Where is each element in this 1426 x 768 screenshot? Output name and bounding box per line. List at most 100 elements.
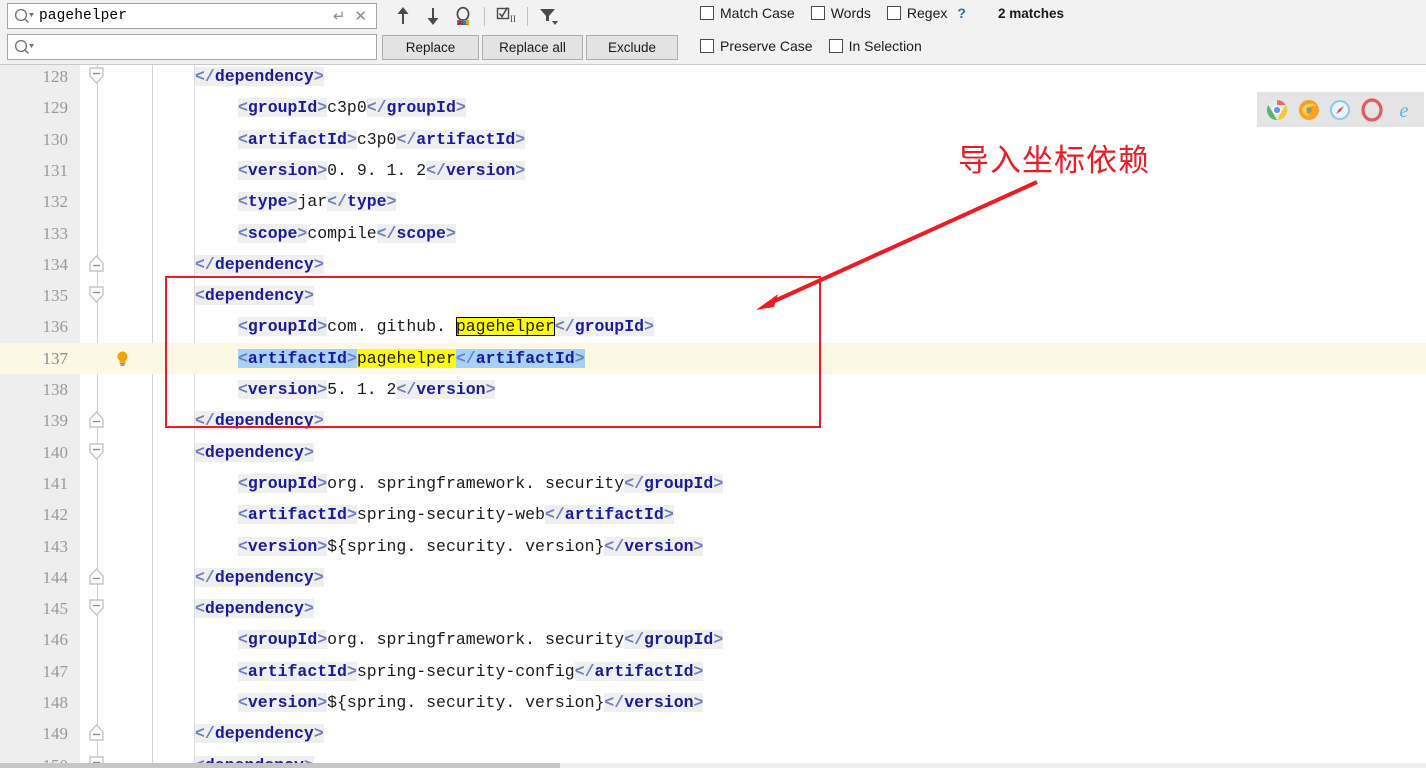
fold-toggle-icon[interactable] bbox=[86, 67, 107, 85]
code-text: <scope>compile</scope> bbox=[238, 223, 456, 243]
replace-button-label: Replace bbox=[405, 40, 456, 55]
close-icon[interactable]: ✕ bbox=[354, 9, 367, 24]
match-case-label: Match Case bbox=[720, 5, 795, 21]
code-line[interactable]: 149 </dependency> bbox=[0, 718, 1426, 749]
code-line[interactable]: 134 </dependency> bbox=[0, 249, 1426, 280]
find-options-row-2: Preserve Case In Selection bbox=[700, 38, 938, 54]
regex-checkbox[interactable]: Regex bbox=[886, 5, 947, 21]
code-text: <groupId>org. springframework. security<… bbox=[238, 630, 724, 650]
line-number: 141 bbox=[42, 473, 69, 493]
code-line[interactable]: 147 <artifactId>spring-security-config</a… bbox=[0, 656, 1426, 687]
fold-toggle-icon[interactable] bbox=[86, 724, 107, 742]
preserve-case-checkbox[interactable]: Preserve Case bbox=[700, 38, 813, 54]
code-text: <version>5. 1. 2</version> bbox=[238, 380, 496, 399]
code-line[interactable]: 138 <version>5. 1. 2</version> bbox=[0, 374, 1426, 405]
code-line[interactable]: 136 <groupId>com. github. pagehelper</gro… bbox=[0, 311, 1426, 342]
code-line[interactable]: 146 <groupId>org. springframework. securi… bbox=[0, 624, 1426, 655]
code-text: <version>${spring. security. version}</v… bbox=[238, 536, 704, 556]
checkbox-box bbox=[828, 39, 843, 53]
in-selection-label: In Selection bbox=[848, 38, 922, 54]
svg-text:ALL: ALL bbox=[458, 21, 468, 27]
scrollbar-thumb[interactable] bbox=[0, 763, 560, 768]
line-number: 140 bbox=[42, 442, 69, 462]
find-next-icon[interactable] bbox=[418, 2, 448, 30]
find-previous-icon[interactable] bbox=[388, 2, 418, 30]
line-number: 137 bbox=[42, 348, 69, 368]
code-line[interactable]: 132 <type>jar</type> bbox=[0, 186, 1426, 217]
code-text: <dependency> bbox=[195, 286, 314, 306]
code-line[interactable]: 142 <artifactId>spring-security-web</arti… bbox=[0, 499, 1426, 530]
find-options-row-1: Match Case Words Regex ? 2 matches bbox=[700, 5, 1064, 21]
code-text: </dependency> bbox=[195, 567, 324, 587]
code-line[interactable]: 141 <groupId>org. springframework. securi… bbox=[0, 468, 1426, 499]
safari-icon[interactable] bbox=[1328, 98, 1352, 122]
filter-icon[interactable] bbox=[534, 2, 564, 30]
toolbar-divider-2 bbox=[527, 6, 528, 26]
code-line[interactable]: 145 <dependency> bbox=[0, 593, 1426, 624]
horizontal-scrollbar[interactable] bbox=[0, 763, 1426, 768]
exclude-button[interactable]: Exclude bbox=[586, 35, 678, 60]
preserve-case-label: Preserve Case bbox=[720, 38, 813, 54]
lightbulb-icon[interactable] bbox=[114, 350, 131, 367]
ide-editor-screen: pagehelper ↵ ✕ ALL II Replace Replace al… bbox=[0, 0, 1426, 768]
replace-all-button-label: Replace all bbox=[499, 40, 566, 55]
line-number: 142 bbox=[42, 505, 69, 525]
code-line[interactable]: 137 <artifactId>pagehelper</artifactId> bbox=[0, 342, 1426, 374]
code-text: <version>0. 9. 1. 2</version> bbox=[238, 160, 526, 180]
line-number: 133 bbox=[42, 223, 69, 243]
select-all-occurrences-icon[interactable]: ALL bbox=[448, 2, 478, 30]
code-line[interactable]: 129 <groupId>c3p0</groupId> bbox=[0, 92, 1426, 123]
code-line[interactable]: 140 <dependency> bbox=[0, 437, 1426, 468]
find-in-new-tab-icon[interactable]: II bbox=[491, 2, 521, 30]
fold-toggle-icon[interactable] bbox=[86, 254, 107, 273]
line-number: 130 bbox=[42, 129, 69, 149]
browser-preview-bar: e bbox=[1257, 92, 1424, 127]
checkbox-box bbox=[886, 6, 901, 20]
line-number: 149 bbox=[42, 724, 69, 744]
line-number: 145 bbox=[42, 599, 69, 619]
code-text: <groupId>org. springframework. security<… bbox=[238, 473, 724, 493]
line-number: 148 bbox=[42, 693, 69, 712]
regex-help-icon[interactable]: ? bbox=[957, 5, 966, 21]
code-text: <type>jar</type> bbox=[238, 192, 397, 212]
code-editor[interactable]: 128 </dependency> 129 <groupId>c3p0</groupI… bbox=[0, 65, 1426, 768]
words-checkbox[interactable]: Words bbox=[810, 5, 871, 21]
code-line[interactable]: 131 <version>0. 9. 1. 2</version> bbox=[0, 155, 1426, 186]
match-count-label: 2 matches bbox=[997, 5, 1064, 21]
fold-toggle-icon[interactable] bbox=[86, 442, 107, 461]
search-input[interactable]: pagehelper ↵ ✕ bbox=[7, 3, 377, 29]
svg-text:e: e bbox=[1400, 100, 1409, 122]
opera-icon[interactable] bbox=[1360, 97, 1384, 122]
checkbox-box bbox=[700, 39, 714, 53]
replace-button[interactable]: Replace bbox=[382, 35, 479, 60]
toolbar-divider-1 bbox=[484, 6, 485, 26]
internet-explorer-icon[interactable]: e bbox=[1392, 98, 1416, 122]
code-line[interactable]: 143 <version>${spring. security. version}… bbox=[0, 531, 1426, 562]
fold-toggle-icon[interactable] bbox=[86, 567, 107, 586]
code-text: <artifactId>c3p0</artifactId> bbox=[238, 129, 526, 149]
replace-all-button[interactable]: Replace all bbox=[482, 35, 583, 60]
code-line[interactable]: 133 <scope>compile</scope> bbox=[0, 218, 1426, 249]
line-number: 147 bbox=[42, 661, 69, 681]
in-selection-checkbox[interactable]: In Selection bbox=[828, 38, 922, 54]
match-case-checkbox[interactable]: Match Case bbox=[700, 5, 795, 21]
fold-toggle-icon[interactable] bbox=[86, 286, 107, 304]
code-text: <dependency> bbox=[195, 599, 314, 619]
chrome-icon[interactable] bbox=[1265, 98, 1289, 122]
fold-toggle-icon[interactable] bbox=[86, 411, 107, 429]
annotation-text: 导入坐标依赖 bbox=[958, 143, 1150, 179]
firefox-icon[interactable] bbox=[1297, 98, 1321, 122]
code-line[interactable]: 130 <artifactId>c3p0</artifactId> bbox=[0, 124, 1426, 155]
line-number: 139 bbox=[42, 411, 69, 431]
exclude-button-label: Exclude bbox=[607, 40, 657, 55]
code-line[interactable]: 128 </dependency> bbox=[0, 65, 1426, 92]
code-line[interactable]: 144 </dependency> bbox=[0, 562, 1426, 593]
fold-toggle-icon[interactable] bbox=[86, 599, 107, 617]
code-line[interactable]: 135 <dependency> bbox=[0, 280, 1426, 311]
replace-input[interactable] bbox=[7, 34, 377, 60]
enter-return-icon[interactable]: ↵ bbox=[333, 9, 346, 24]
checkbox-box bbox=[810, 6, 825, 20]
line-number: 134 bbox=[42, 254, 69, 274]
code-line[interactable]: 139 </dependency> bbox=[0, 405, 1426, 436]
code-line[interactable]: 148 <version>${spring. security. version}… bbox=[0, 687, 1426, 718]
